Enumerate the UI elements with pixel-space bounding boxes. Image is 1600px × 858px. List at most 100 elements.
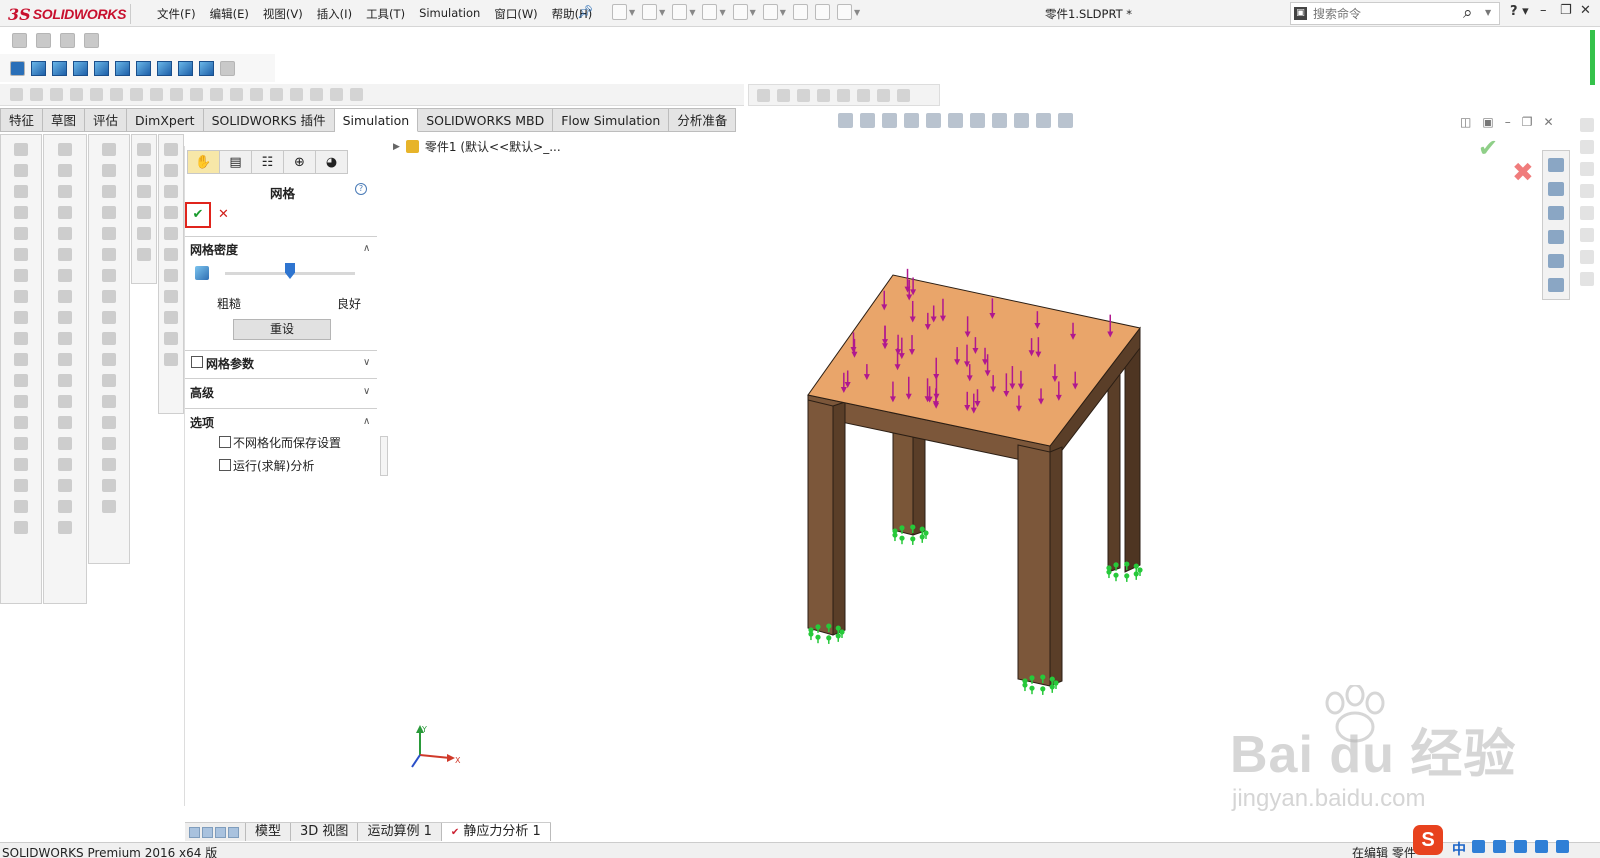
- chevron-down-icon[interactable]: ∨: [363, 357, 370, 368]
- keyboard-icon[interactable]: [1514, 840, 1527, 853]
- simulation-tool-icon[interactable]: [102, 311, 116, 324]
- run-analysis-checkbox[interactable]: [219, 459, 231, 471]
- dimxpert-manager-tab-icon[interactable]: ⊕: [283, 150, 316, 174]
- simulation-tool-icon[interactable]: [137, 206, 151, 219]
- simulation-tool-icon[interactable]: [102, 500, 116, 513]
- simulation-tool-icon[interactable]: [14, 416, 28, 429]
- simulation-tool-icon[interactable]: [14, 227, 28, 240]
- simulation-tool-icon[interactable]: [58, 164, 72, 177]
- tab-command-3[interactable]: DimXpert: [127, 108, 204, 132]
- open-icon[interactable]: [642, 4, 658, 20]
- simulation-tool-icon[interactable]: [58, 185, 72, 198]
- minimize-icon[interactable]: –: [1540, 3, 1547, 18]
- simulation-tool-icon[interactable]: [164, 269, 178, 282]
- menu-tools[interactable]: 工具(T): [359, 6, 412, 22]
- toolbar-icon[interactable]: [777, 88, 790, 102]
- view-settings-icon[interactable]: [1058, 113, 1073, 128]
- slider-thumb[interactable]: [285, 263, 295, 279]
- ime-logo[interactable]: S: [1413, 825, 1443, 855]
- save-icon[interactable]: [672, 4, 688, 20]
- help-icon[interactable]: ? ▾: [1510, 4, 1529, 19]
- right-view-icon[interactable]: [94, 60, 109, 76]
- hide-show-items-icon[interactable]: [992, 113, 1007, 128]
- toolbar-icon[interactable]: [210, 88, 223, 101]
- simulation-tool-icon[interactable]: [14, 353, 28, 366]
- skin-icon[interactable]: [1535, 840, 1548, 853]
- toolbar-icon[interactable]: [1580, 250, 1594, 264]
- simulation-tool-icon[interactable]: [102, 332, 116, 345]
- reset-button[interactable]: 重设: [233, 319, 331, 340]
- apply-scene-icon[interactable]: [1036, 113, 1051, 128]
- view-palette-icon[interactable]: [1548, 230, 1564, 244]
- simulation-tool-icon[interactable]: [164, 248, 178, 261]
- simulation-tool-icon[interactable]: [58, 311, 72, 324]
- section-mesh-params[interactable]: 网格参数: [206, 355, 254, 372]
- toolbar-icon[interactable]: [10, 88, 23, 101]
- zoom-to-area-icon[interactable]: [860, 113, 875, 128]
- simulation-tool-icon[interactable]: [14, 143, 28, 156]
- print-icon[interactable]: [702, 4, 718, 20]
- model-viewport[interactable]: [390, 260, 1150, 700]
- toolbar-icon[interactable]: [30, 88, 43, 101]
- simulation-tool-icon[interactable]: [102, 143, 116, 156]
- appearances-icon[interactable]: [1548, 254, 1564, 268]
- tab-command-7[interactable]: Flow Simulation: [553, 108, 670, 132]
- undo-icon[interactable]: [732, 4, 748, 20]
- simulation-tool-icon[interactable]: [164, 332, 178, 345]
- toolbar-icon[interactable]: [170, 88, 183, 101]
- minimize-icon[interactable]: –: [1505, 115, 1511, 129]
- display-manager-tab-icon[interactable]: ◕: [315, 150, 348, 174]
- dimetric-view-icon[interactable]: [199, 60, 214, 76]
- simulation-tool-icon[interactable]: [102, 395, 116, 408]
- bottom-view-icon[interactable]: [136, 60, 151, 76]
- normal-to-icon[interactable]: [10, 60, 25, 76]
- simulation-tool-icon[interactable]: [137, 248, 151, 261]
- toolbar-icon[interactable]: [1580, 206, 1594, 220]
- simulation-tool-icon[interactable]: [14, 479, 28, 492]
- tab-motion-study[interactable]: 运动算例 1: [358, 823, 442, 841]
- simulation-tool-icon[interactable]: [14, 290, 28, 303]
- toolbar-icon[interactable]: [270, 88, 283, 101]
- simulation-tool-icon[interactable]: [14, 248, 28, 261]
- left-view-icon[interactable]: [73, 60, 88, 76]
- tab-command-5[interactable]: Simulation: [334, 108, 419, 132]
- tab-command-4[interactable]: SOLIDWORKS 插件: [203, 108, 335, 132]
- simulation-tool-icon[interactable]: [102, 374, 116, 387]
- appearance-icon[interactable]: [84, 32, 99, 48]
- simulation-tool-icon[interactable]: [58, 227, 72, 240]
- tab-command-6[interactable]: SOLIDWORKS MBD: [418, 108, 554, 132]
- new-document-icon[interactable]: [612, 4, 627, 20]
- simulation-tool-icon[interactable]: [137, 227, 151, 240]
- tile-view-icon[interactable]: ▣: [1482, 115, 1493, 129]
- simulation-tool-icon[interactable]: [14, 374, 28, 387]
- ok-button[interactable]: ✔: [185, 202, 211, 228]
- pin-icon[interactable]: 📌︎: [577, 5, 594, 20]
- menu-edit[interactable]: 编辑(E): [203, 6, 256, 22]
- simulation-tool-icon[interactable]: [102, 185, 116, 198]
- simulation-tool-icon[interactable]: [14, 395, 28, 408]
- top-view-icon[interactable]: [115, 60, 130, 76]
- tab-command-1[interactable]: 草图: [43, 108, 86, 132]
- dynamic-annotation-icon[interactable]: [926, 113, 941, 128]
- search-input[interactable]: [1313, 5, 1453, 22]
- simulation-tool-icon[interactable]: [14, 311, 28, 324]
- design-library-icon[interactable]: [1548, 182, 1564, 196]
- simulation-tool-icon[interactable]: [137, 143, 151, 156]
- last-tab-icon[interactable]: [228, 826, 239, 838]
- custom-properties-icon[interactable]: [1548, 278, 1564, 292]
- restore-icon[interactable]: ❐: [1560, 3, 1572, 18]
- simulation-tool-icon[interactable]: [102, 269, 116, 282]
- tab-model[interactable]: 模型: [246, 823, 292, 841]
- toolbar-icon[interactable]: [250, 88, 263, 101]
- menu-insert[interactable]: 插入(I): [310, 6, 359, 22]
- toolbar-icon[interactable]: [757, 88, 770, 102]
- simulation-tool-icon[interactable]: [164, 311, 178, 324]
- toolbar-icon[interactable]: [1580, 162, 1594, 176]
- property-manager-tab-icon[interactable]: ▤: [219, 150, 252, 174]
- file-properties-icon[interactable]: [814, 4, 830, 20]
- simulation-tool-icon[interactable]: [58, 248, 72, 261]
- toolbar-icon[interactable]: [70, 88, 83, 101]
- display-style-icon[interactable]: [970, 113, 985, 128]
- toolbar-icon[interactable]: [797, 88, 810, 102]
- zoom-to-fit-icon[interactable]: [838, 113, 853, 128]
